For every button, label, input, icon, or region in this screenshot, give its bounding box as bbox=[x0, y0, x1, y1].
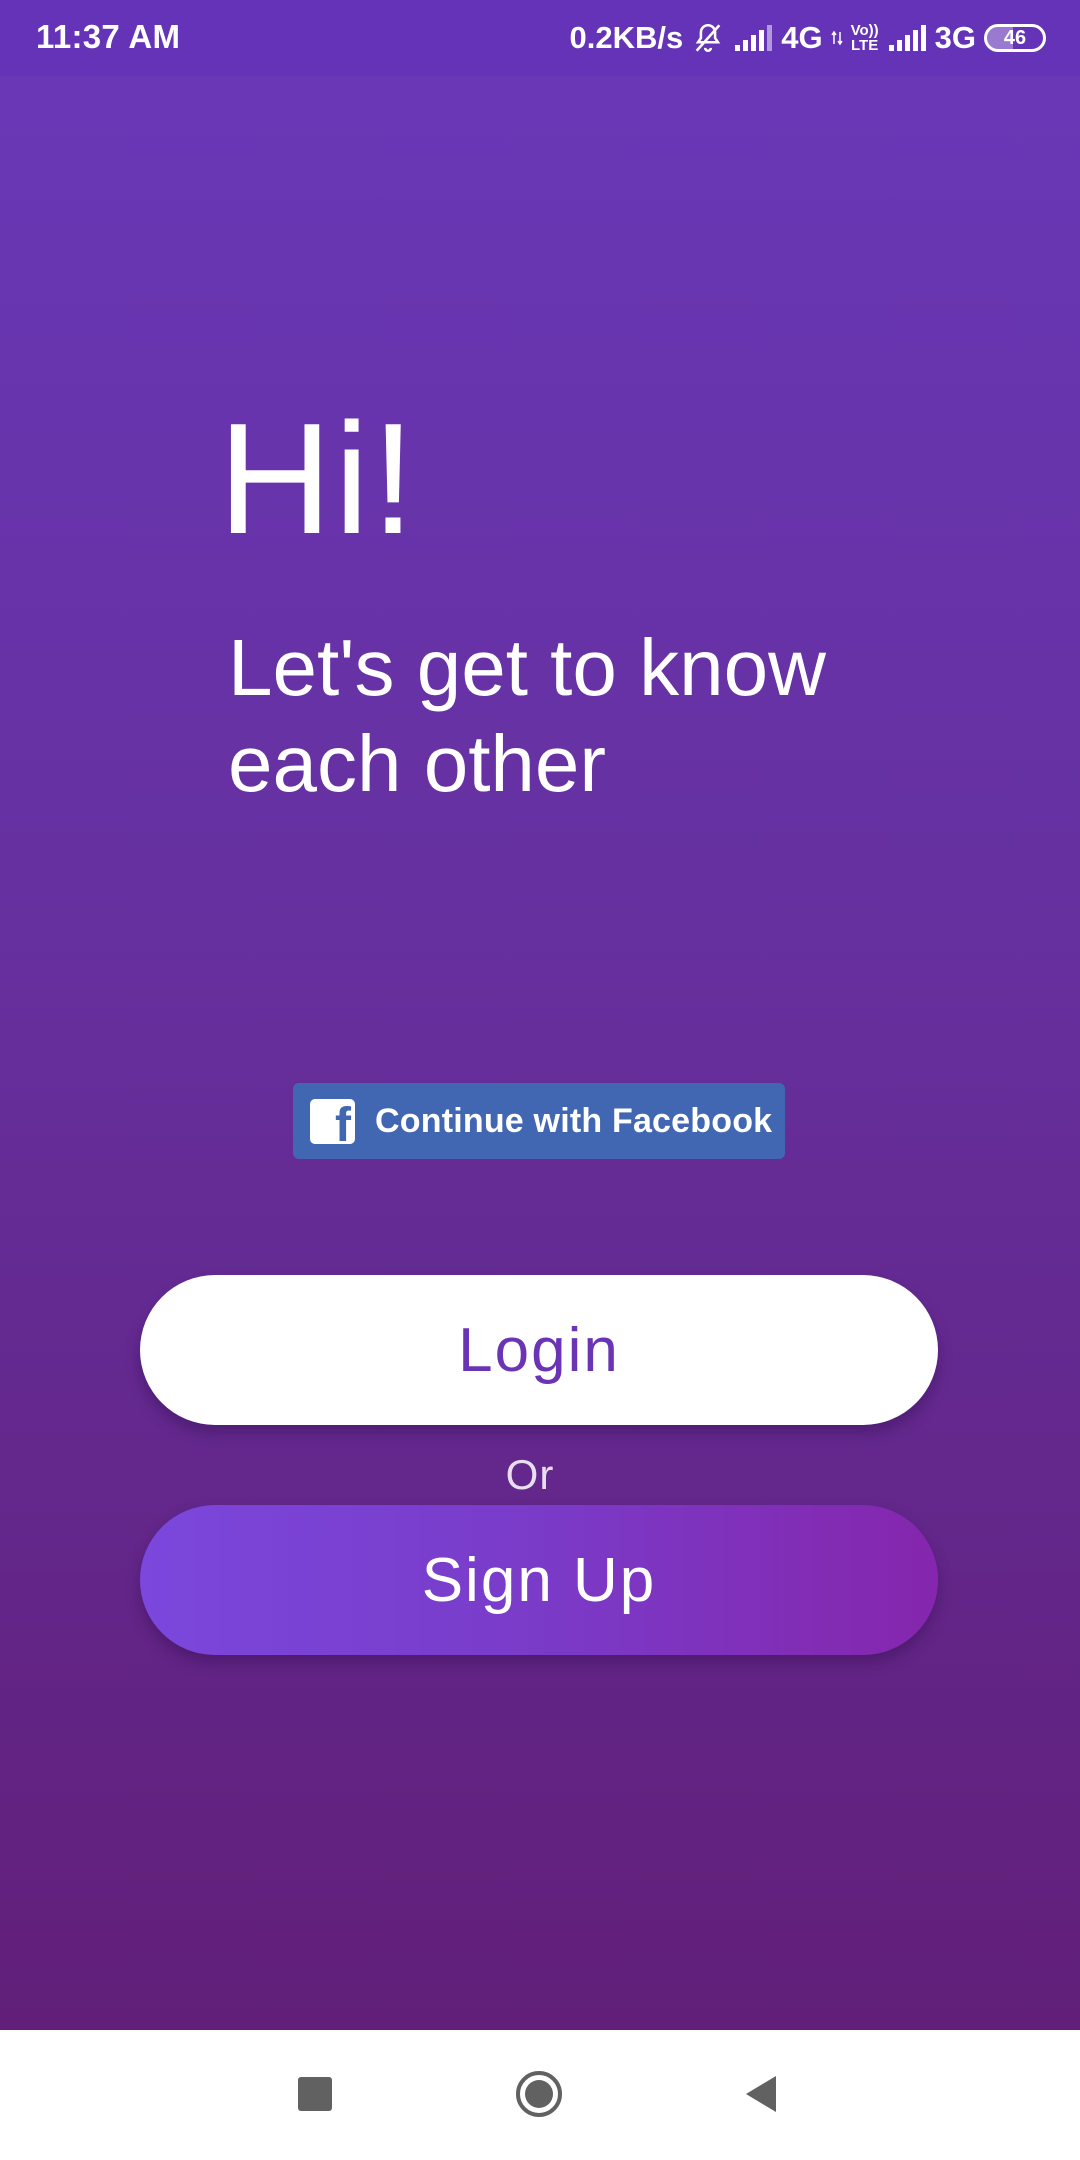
home-icon[interactable] bbox=[515, 2070, 563, 2118]
notifications-off-icon bbox=[691, 21, 725, 55]
network-speed: 0.2KB/s bbox=[569, 20, 684, 55]
greeting-subtitle: Let's get to know each other bbox=[228, 623, 826, 808]
battery-icon: 46 bbox=[984, 24, 1046, 52]
sign-up-button[interactable]: Sign Up bbox=[140, 1505, 938, 1655]
login-button[interactable]: Login bbox=[140, 1275, 938, 1425]
welcome-screen: 11:37 AM 0.2KB/s 4G Vo)) LTE 3G 46 Hi! L… bbox=[0, 0, 1080, 2160]
greeting-title: Hi! bbox=[218, 391, 418, 567]
navigation-bar bbox=[0, 2030, 1080, 2160]
facebook-button-label: Continue with Facebook bbox=[375, 1101, 773, 1140]
network-type-1: 4G bbox=[781, 20, 823, 55]
recent-apps-icon[interactable] bbox=[298, 2077, 332, 2111]
network-type-2: 3G bbox=[934, 20, 976, 55]
volte-bottom: LTE bbox=[851, 37, 879, 54]
status-bar: 11:37 AM 0.2KB/s 4G Vo)) LTE 3G 46 bbox=[0, 0, 1080, 76]
signal-icon bbox=[887, 23, 927, 53]
or-separator: Or bbox=[505, 1451, 555, 1498]
facebook-logo-letter: f bbox=[335, 1098, 351, 1144]
data-arrows-icon bbox=[830, 28, 843, 48]
volte-top: Vo)) bbox=[850, 22, 879, 39]
volte-icon: Vo)) LTE bbox=[851, 23, 879, 53]
continue-with-facebook-button[interactable]: f Continue with Facebook bbox=[293, 1083, 785, 1159]
signal-icon bbox=[733, 23, 773, 53]
status-indicators: 0.2KB/s 4G Vo)) LTE 3G 46 bbox=[569, 16, 1046, 60]
facebook-icon: f bbox=[310, 1098, 355, 1144]
sign-up-button-label: Sign Up bbox=[421, 1545, 657, 1615]
login-button-label: Login bbox=[458, 1315, 620, 1385]
back-icon[interactable] bbox=[742, 2073, 780, 2115]
app-background: 11:37 AM 0.2KB/s 4G Vo)) LTE 3G 46 Hi! L… bbox=[0, 0, 1080, 2030]
status-time: 11:37 AM bbox=[36, 18, 181, 55]
battery-level: 46 bbox=[1003, 26, 1027, 49]
